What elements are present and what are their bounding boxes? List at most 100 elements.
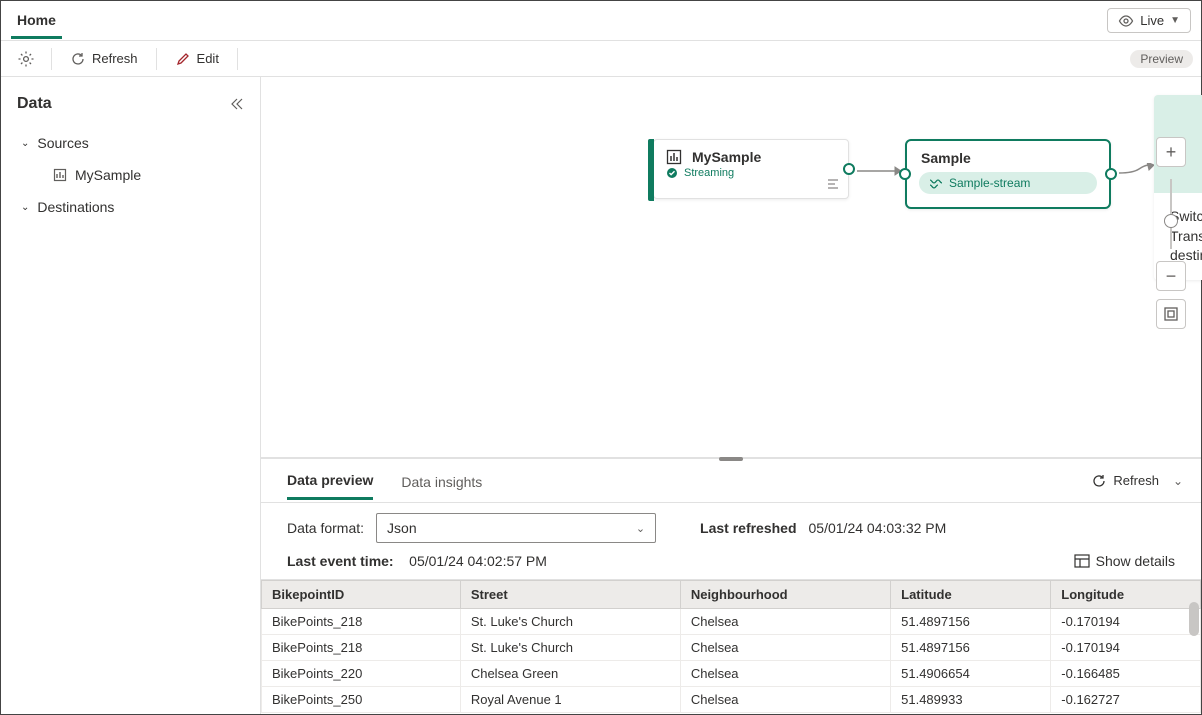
eye-icon bbox=[1118, 15, 1134, 27]
zoom-knob[interactable] bbox=[1164, 214, 1178, 228]
table-cell: -0.162727 bbox=[1051, 687, 1201, 713]
zoom-in-button[interactable]: + bbox=[1156, 137, 1186, 167]
chevron-down-icon[interactable]: ⌄ bbox=[1173, 474, 1183, 488]
format-select[interactable]: Json ⌄ bbox=[376, 513, 656, 543]
connector bbox=[1117, 163, 1157, 181]
destinations-label: Destinations bbox=[37, 199, 114, 215]
table-row[interactable]: BikePoints_250Royal Avenue 1Chelsea51.48… bbox=[262, 687, 1201, 713]
sources-label: Sources bbox=[37, 135, 88, 151]
tab-data-preview[interactable]: Data preview bbox=[287, 461, 373, 500]
zoom-out-button[interactable]: − bbox=[1156, 261, 1186, 291]
stream-pill[interactable]: Sample-stream bbox=[919, 172, 1097, 194]
show-details-label: Show details bbox=[1096, 553, 1175, 569]
refresh-icon bbox=[1091, 473, 1107, 489]
scrollbar-thumb[interactable] bbox=[1189, 602, 1199, 636]
table-cell: -0.166485 bbox=[1051, 661, 1201, 687]
column-header[interactable]: Longitude bbox=[1051, 581, 1201, 609]
column-header[interactable]: Street bbox=[460, 581, 680, 609]
last-refreshed-label: Last refreshed bbox=[700, 520, 796, 536]
table-cell: Chelsea bbox=[680, 687, 890, 713]
preview-table-wrap[interactable]: BikepointIDStreetNeighbourhoodLatitudeLo… bbox=[261, 579, 1201, 714]
zoom-fit-button[interactable] bbox=[1156, 299, 1186, 329]
output-port[interactable] bbox=[1105, 168, 1117, 180]
source-accent bbox=[648, 139, 654, 201]
data-source-icon bbox=[666, 149, 682, 165]
preview-table: BikepointIDStreetNeighbourhoodLatitudeLo… bbox=[261, 580, 1201, 713]
table-cell: BikePoints_218 bbox=[262, 609, 461, 635]
preview-badge: Preview bbox=[1130, 50, 1193, 68]
show-details-button[interactable]: Show details bbox=[1074, 553, 1175, 569]
source-item-mysample[interactable]: MySample bbox=[17, 159, 244, 191]
edit-button[interactable]: Edit bbox=[165, 45, 229, 73]
last-refreshed-value: 05/01/24 04:03:32 PM bbox=[809, 520, 947, 536]
gear-icon bbox=[17, 50, 35, 68]
details-icon bbox=[1074, 554, 1090, 568]
table-cell: 51.4897156 bbox=[891, 635, 1051, 661]
tab-home[interactable]: Home bbox=[11, 2, 62, 39]
refresh-label: Refresh bbox=[92, 51, 138, 66]
preview-refresh-label: Refresh bbox=[1113, 473, 1159, 488]
table-cell: St. Luke's Church bbox=[460, 635, 680, 661]
table-cell: BikePoints_250 bbox=[262, 687, 461, 713]
data-sidebar: Data ⌄ Sources MySample ⌄ Destinations bbox=[1, 77, 261, 714]
divider bbox=[156, 48, 157, 70]
stream-pill-label: Sample-stream bbox=[949, 176, 1030, 190]
stream-node[interactable]: Sample Sample-stream bbox=[905, 139, 1111, 209]
flow-canvas[interactable]: MySample Streaming bbox=[261, 77, 1201, 458]
table-cell: BikePoints_220 bbox=[262, 661, 461, 687]
last-event-label: Last event time: bbox=[287, 553, 394, 569]
tab-data-insights[interactable]: Data insights bbox=[401, 463, 482, 499]
column-header[interactable]: Latitude bbox=[891, 581, 1051, 609]
preview-refresh-button[interactable]: Refresh bbox=[1091, 473, 1159, 489]
panel-resize-handle[interactable] bbox=[719, 457, 743, 461]
source-item-label: MySample bbox=[75, 167, 141, 183]
data-source-icon bbox=[53, 168, 67, 182]
collapse-sidebar-button[interactable] bbox=[230, 97, 244, 111]
last-event-value: 05/01/24 04:02:57 PM bbox=[409, 553, 547, 569]
live-mode-button[interactable]: Live ▼ bbox=[1107, 8, 1191, 33]
sidebar-title: Data bbox=[17, 95, 244, 113]
live-label: Live bbox=[1140, 13, 1164, 28]
table-cell: 51.489933 bbox=[891, 687, 1051, 713]
table-cell: -0.170194 bbox=[1051, 609, 1201, 635]
table-cell: 51.4897156 bbox=[891, 609, 1051, 635]
table-cell: Chelsea bbox=[680, 635, 890, 661]
column-header[interactable]: BikepointID bbox=[262, 581, 461, 609]
table-cell: Chelsea bbox=[680, 661, 890, 687]
source-status: Streaming bbox=[684, 167, 734, 179]
edit-label: Edit bbox=[197, 51, 219, 66]
table-cell: 51.4906654 bbox=[891, 661, 1051, 687]
refresh-button[interactable]: Refresh bbox=[60, 45, 148, 73]
stream-icon bbox=[929, 177, 943, 189]
chevron-down-icon: ⌄ bbox=[21, 138, 29, 149]
divider bbox=[51, 48, 52, 70]
refresh-icon bbox=[70, 51, 86, 67]
output-port[interactable] bbox=[843, 163, 855, 175]
column-header[interactable]: Neighbourhood bbox=[680, 581, 890, 609]
table-row[interactable]: BikePoints_218St. Luke's ChurchChelsea51… bbox=[262, 609, 1201, 635]
table-cell: Royal Avenue 1 bbox=[460, 687, 680, 713]
format-label: Data format: bbox=[287, 520, 364, 536]
zoom-control: + − bbox=[1155, 137, 1187, 329]
table-cell: St. Luke's Church bbox=[460, 609, 680, 635]
source-node[interactable]: MySample Streaming bbox=[653, 139, 849, 199]
input-port[interactable] bbox=[899, 168, 911, 180]
format-value: Json bbox=[387, 520, 417, 536]
preview-panel: Data preview Data insights Refresh ⌄ Dat… bbox=[261, 458, 1201, 714]
table-row[interactable]: BikePoints_220Chelsea GreenChelsea51.490… bbox=[262, 661, 1201, 687]
zoom-slider[interactable] bbox=[1170, 179, 1172, 249]
table-row[interactable]: BikePoints_218St. Luke's ChurchChelsea51… bbox=[262, 635, 1201, 661]
table-cell: Chelsea Green bbox=[460, 661, 680, 687]
source-node-title: MySample bbox=[692, 149, 761, 165]
table-cell: BikePoints_218 bbox=[262, 635, 461, 661]
destinations-node[interactable]: ⌄ Destinations bbox=[17, 191, 244, 223]
chevron-down-icon: ▼ bbox=[1170, 15, 1180, 26]
settings-button[interactable] bbox=[9, 44, 43, 74]
table-cell: Chelsea bbox=[680, 609, 890, 635]
chevron-down-icon: ⌄ bbox=[636, 522, 645, 535]
sources-node[interactable]: ⌄ Sources bbox=[17, 127, 244, 159]
node-menu-icon[interactable] bbox=[826, 178, 840, 190]
table-cell: -0.170194 bbox=[1051, 635, 1201, 661]
pencil-icon bbox=[175, 51, 191, 67]
divider bbox=[237, 48, 238, 70]
